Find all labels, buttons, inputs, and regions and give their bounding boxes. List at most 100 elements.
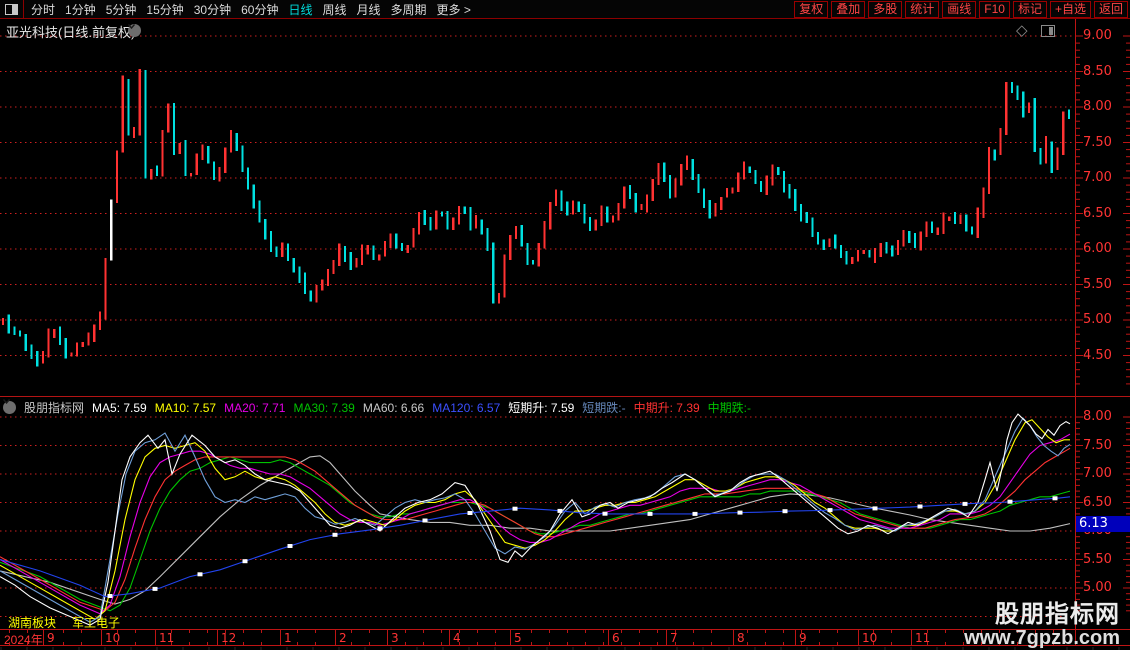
candlestick-canvas[interactable] [0,19,1130,396]
ma120-marker [737,510,743,515]
minor-tick [657,642,658,645]
minor-tick [927,642,928,645]
ma120-marker [962,501,968,506]
minor-tick [783,642,784,645]
menu-item-周线[interactable]: 周线 [322,1,346,18]
chevron-down-icon[interactable] [128,24,141,37]
minor-tick [549,642,550,645]
month-label: 9 [47,631,55,645]
action-button-统计[interactable]: 统计 [905,0,940,18]
menu-item-1分钟[interactable]: 1分钟 [65,1,96,18]
month-label: 2 [339,631,347,645]
menu-item-日线[interactable]: 日线 [288,1,312,18]
menu-item-15分钟[interactable]: 15分钟 [146,1,183,18]
minor-tick [711,630,712,633]
month-label: 3 [391,631,399,645]
minor-tick [603,642,604,645]
price-label: 7.00 [1083,170,1112,185]
month-label: 6 [612,631,620,645]
year-label: 2024年 [4,633,43,647]
price-label: 8.50 [1083,63,1112,79]
menu-item-分时[interactable]: 分时 [31,1,55,18]
minor-tick [315,630,316,633]
ma120-marker [377,526,383,531]
minor-tick [441,630,442,633]
minor-tick [639,630,640,633]
sector-tag-军工电子[interactable]: 军工电子 [72,614,120,631]
minor-tick [369,642,370,645]
minor-tick [441,642,442,645]
action-button-F10[interactable]: F10 [979,0,1010,18]
diamond-marker-icon[interactable]: ◇ [1016,23,1028,38]
top-toolbar: 分时 1分钟 5分钟 15分钟 30分钟 60分钟 日线 周线 月线 多周期 更多 > 复权 叠加 多股… [0,0,1130,19]
minor-tick [297,630,298,633]
watermark-url: www.7gpzb.com [964,627,1120,649]
action-button-复权[interactable]: 复权 [794,0,829,18]
minor-tick [495,642,496,645]
minor-tick [315,642,316,645]
ma120-marker [1007,499,1013,504]
ma120-marker [602,511,608,516]
window-layout-icon[interactable] [5,3,18,15]
menu-item-更多[interactable]: 更多 > [437,1,471,18]
month-label: 10 [862,631,878,645]
minor-tick [477,630,478,633]
month-separator [217,630,218,645]
price-label: 5.00 [1083,312,1112,327]
indicator-header-item: 中期升: 7.39 [633,401,700,415]
chevron-down-icon[interactable] [3,399,16,414]
indicator-line-ma20_magenta [0,433,1071,615]
minor-tick [117,642,118,645]
ma120-marker [782,509,788,514]
action-button-叠加[interactable]: 叠加 [831,0,866,18]
indicator-panel[interactable]: 股朋指标网 MA5: 7.59 MA10: 7.57 MA20: 7.71 MA30: … [0,397,1130,631]
indicator-name: 股朋指标网 [24,401,85,415]
indicator-axis-label: 7.50 [1083,437,1112,453]
minor-tick [369,630,370,633]
indicator-axis-label: 5.00 [1083,580,1112,595]
split-window-icon[interactable] [1041,25,1055,37]
action-button-画线[interactable]: 画线 [942,0,977,18]
toolbar-divider [23,0,24,18]
ma120-marker [242,559,248,564]
indicator-header-item: 短期跌:- [582,401,626,415]
ma120-marker [197,572,203,577]
minor-tick [189,630,190,633]
minor-tick [225,630,226,633]
indicator-header-item: 短期升: 7.59 [508,401,575,415]
minor-tick [675,642,676,645]
trading-app-window: 分时 1分钟 5分钟 15分钟 30分钟 60分钟 日线 周线 月线 多周期 更多 > 复权 叠加 多股… [0,0,1130,650]
indicator-canvas[interactable] [0,397,1130,629]
minor-tick [207,642,208,645]
month-separator [911,630,912,645]
ma120-marker [827,508,833,513]
menu-item-60分钟[interactable]: 60分钟 [241,1,278,18]
action-button-多股[interactable]: 多股 [868,0,903,18]
menu-item-多周期[interactable]: 多周期 [391,1,427,18]
menu-item-月线[interactable]: 月线 [357,1,381,18]
sector-tags: 湖南板块 军工电子 [8,614,120,631]
ma120-marker [557,508,563,513]
minor-tick [585,630,586,633]
menu-item-30分钟[interactable]: 30分钟 [194,1,231,18]
action-button-标记[interactable]: 标记 [1012,0,1047,18]
minor-tick [747,642,748,645]
sector-tag-湖南板块[interactable]: 湖南板块 [8,614,56,631]
menu-item-5分钟[interactable]: 5分钟 [106,1,137,18]
minor-tick [405,642,406,645]
month-separator [666,630,667,645]
month-label: 8 [737,631,745,645]
main-candlestick-panel[interactable]: 亚光科技(日线.前复权) ◇ 9.00 8.50 8.00 7.50 7.00 6.50 6… [0,19,1130,396]
minor-tick [657,630,658,633]
month-separator [387,630,388,645]
indicator-line-ma120_blue [0,496,1071,598]
indicator-axis-label: 5.50 [1083,551,1112,567]
indicator-header-item: MA5: 7.59 [92,400,147,415]
minor-tick [765,642,766,645]
minor-tick [135,630,136,633]
action-button-返回[interactable]: 返回 [1093,0,1128,18]
minor-tick [693,630,694,633]
price-label: 6.50 [1083,205,1112,221]
minor-tick [459,642,460,645]
action-button-自选[interactable]: +自选 [1049,0,1091,18]
